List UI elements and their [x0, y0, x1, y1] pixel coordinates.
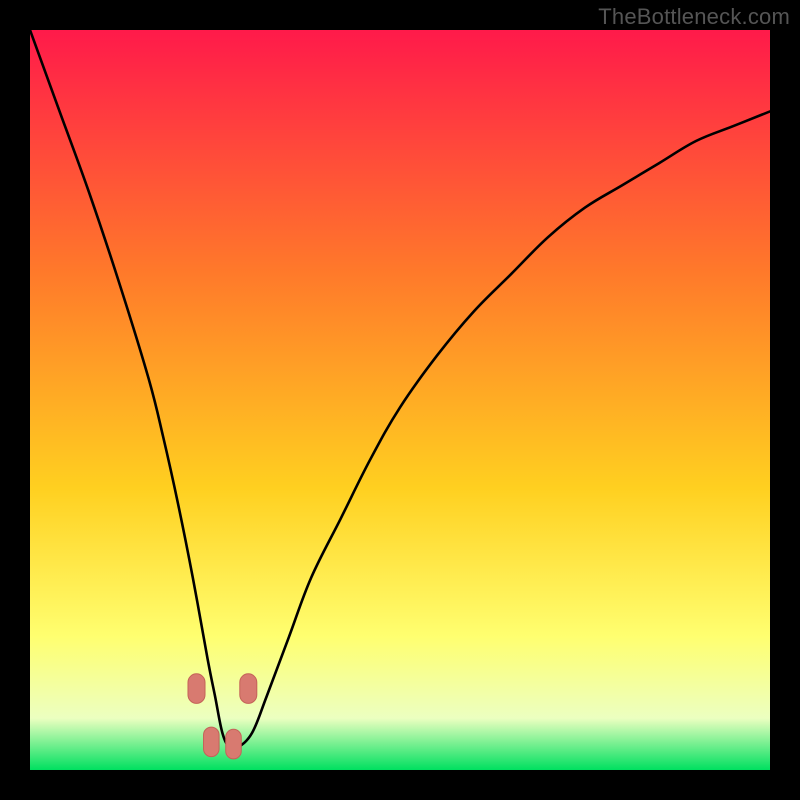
curve-marker — [188, 674, 205, 704]
curve-marker — [226, 729, 242, 759]
curve-marker — [240, 674, 257, 704]
watermark-text: TheBottleneck.com — [598, 4, 790, 30]
chart-frame: TheBottleneck.com — [0, 0, 800, 800]
gradient-background — [30, 30, 770, 770]
curve-marker — [204, 727, 220, 757]
bottleneck-chart — [30, 30, 770, 770]
